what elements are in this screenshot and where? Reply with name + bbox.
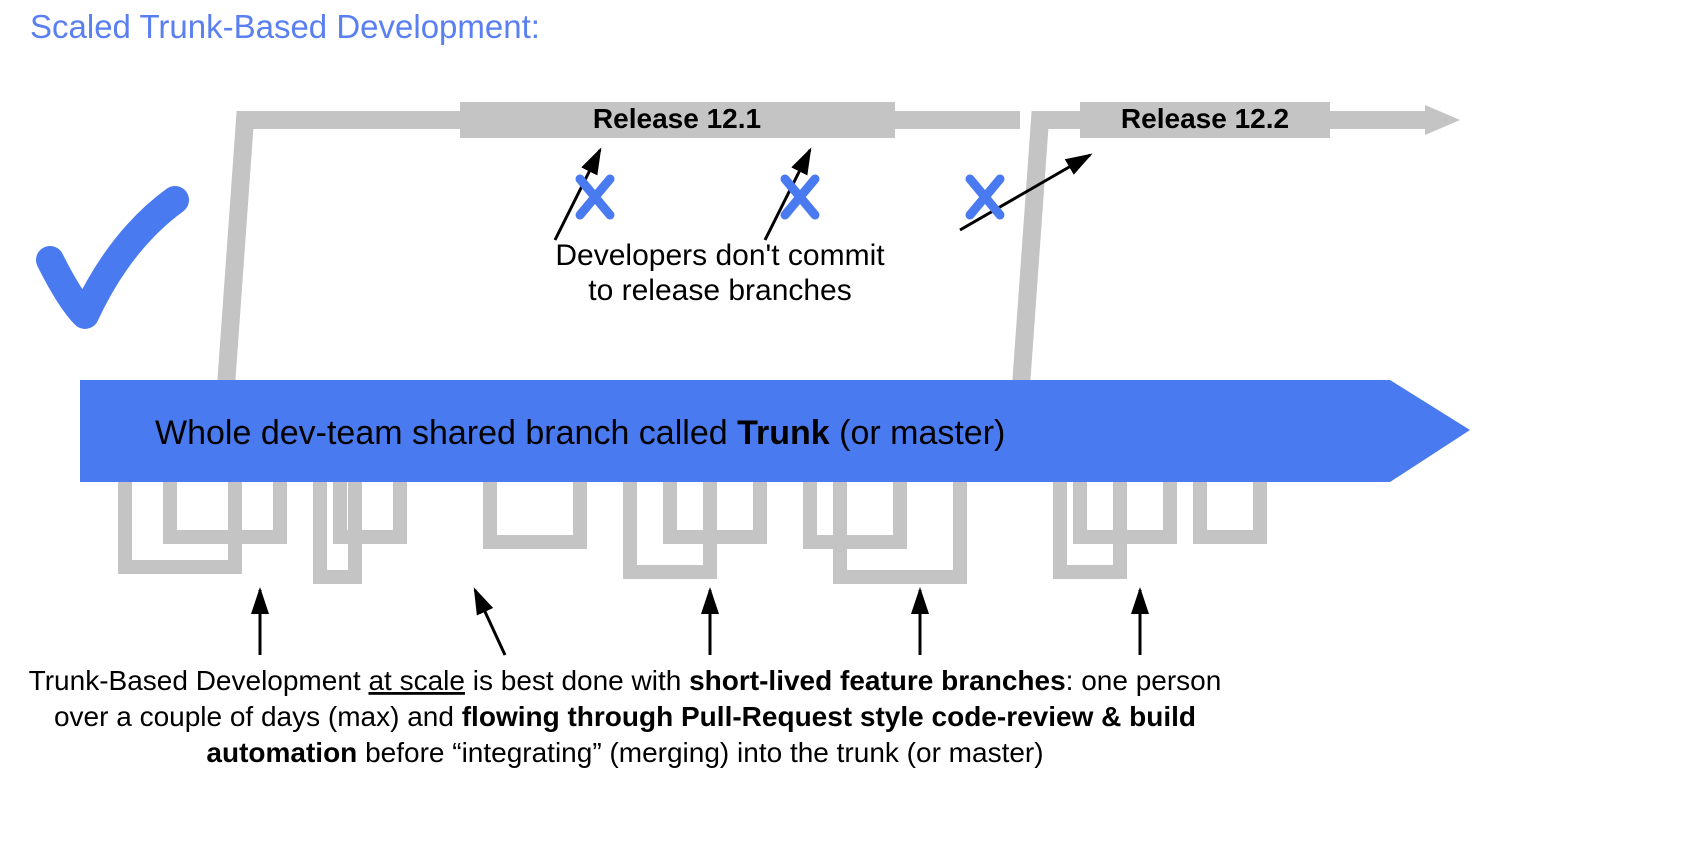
bc-l2-pre: over a couple of days (max) and — [54, 701, 462, 732]
upper-caption-line1: Developers don't commit — [555, 239, 885, 272]
x-mark-icon — [580, 179, 610, 215]
release-label-2: Release 12.2 — [1121, 103, 1289, 134]
x-mark-icon — [785, 179, 815, 215]
trunk-text-post: (or master) — [830, 414, 1006, 452]
upper-caption-line2: to release branches — [588, 274, 852, 307]
short-branch — [810, 482, 900, 542]
bc-l1-ul: at scale — [368, 665, 465, 696]
trunk-arrow: Whole dev-team shared branch called Trun… — [80, 380, 1470, 482]
bottom-arrows — [260, 590, 1140, 655]
bc-l3-post: before “integrating” (merging) into the … — [357, 737, 1043, 768]
short-branch — [170, 482, 280, 537]
bc-l1-post: : one person — [1066, 665, 1222, 696]
short-branch — [490, 482, 580, 542]
short-branch — [1060, 482, 1120, 572]
trunk-text-pre: Whole dev-team shared branch called — [155, 414, 737, 452]
section-title: Scaled Trunk-Based Development: — [30, 8, 540, 46]
short-branch — [1200, 482, 1260, 537]
short-branch — [125, 482, 235, 567]
svg-text:automation before “integrating: automation before “integrating” (merging… — [206, 737, 1043, 768]
short-lived-branches — [125, 482, 1260, 577]
release-branch-2: Release 12.2 — [1020, 102, 1460, 400]
svg-text:Trunk-Based Development at sca: Trunk-Based Development at scale is best… — [29, 665, 1222, 696]
bc-l1-pre: Trunk-Based Development — [29, 665, 369, 696]
up-arrow-icon — [475, 590, 505, 655]
trunk-text-bold: Trunk — [737, 414, 830, 452]
trunk-based-diagram: Release 12.1 Release 12.2 — [30, 90, 1480, 790]
bc-l2-bold: flowing through Pull-Request style code-… — [462, 701, 1196, 732]
checkmark-icon — [50, 200, 175, 315]
svg-text:over a couple of days (max) an: over a couple of days (max) and flowing … — [54, 701, 1196, 732]
bottom-caption: Trunk-Based Development at scale is best… — [29, 665, 1222, 768]
x-mark-icon — [970, 179, 1000, 215]
svg-text:Whole dev-team shared branch c: Whole dev-team shared branch called Trun… — [155, 414, 1005, 452]
bc-l1-mid: is best done with — [465, 665, 689, 696]
release-label-1: Release 12.1 — [593, 103, 761, 134]
bc-l3-bold: automation — [206, 737, 357, 768]
bc-l1-bold: short-lived feature branches — [689, 665, 1066, 696]
no-commit-arrows — [555, 150, 1090, 240]
